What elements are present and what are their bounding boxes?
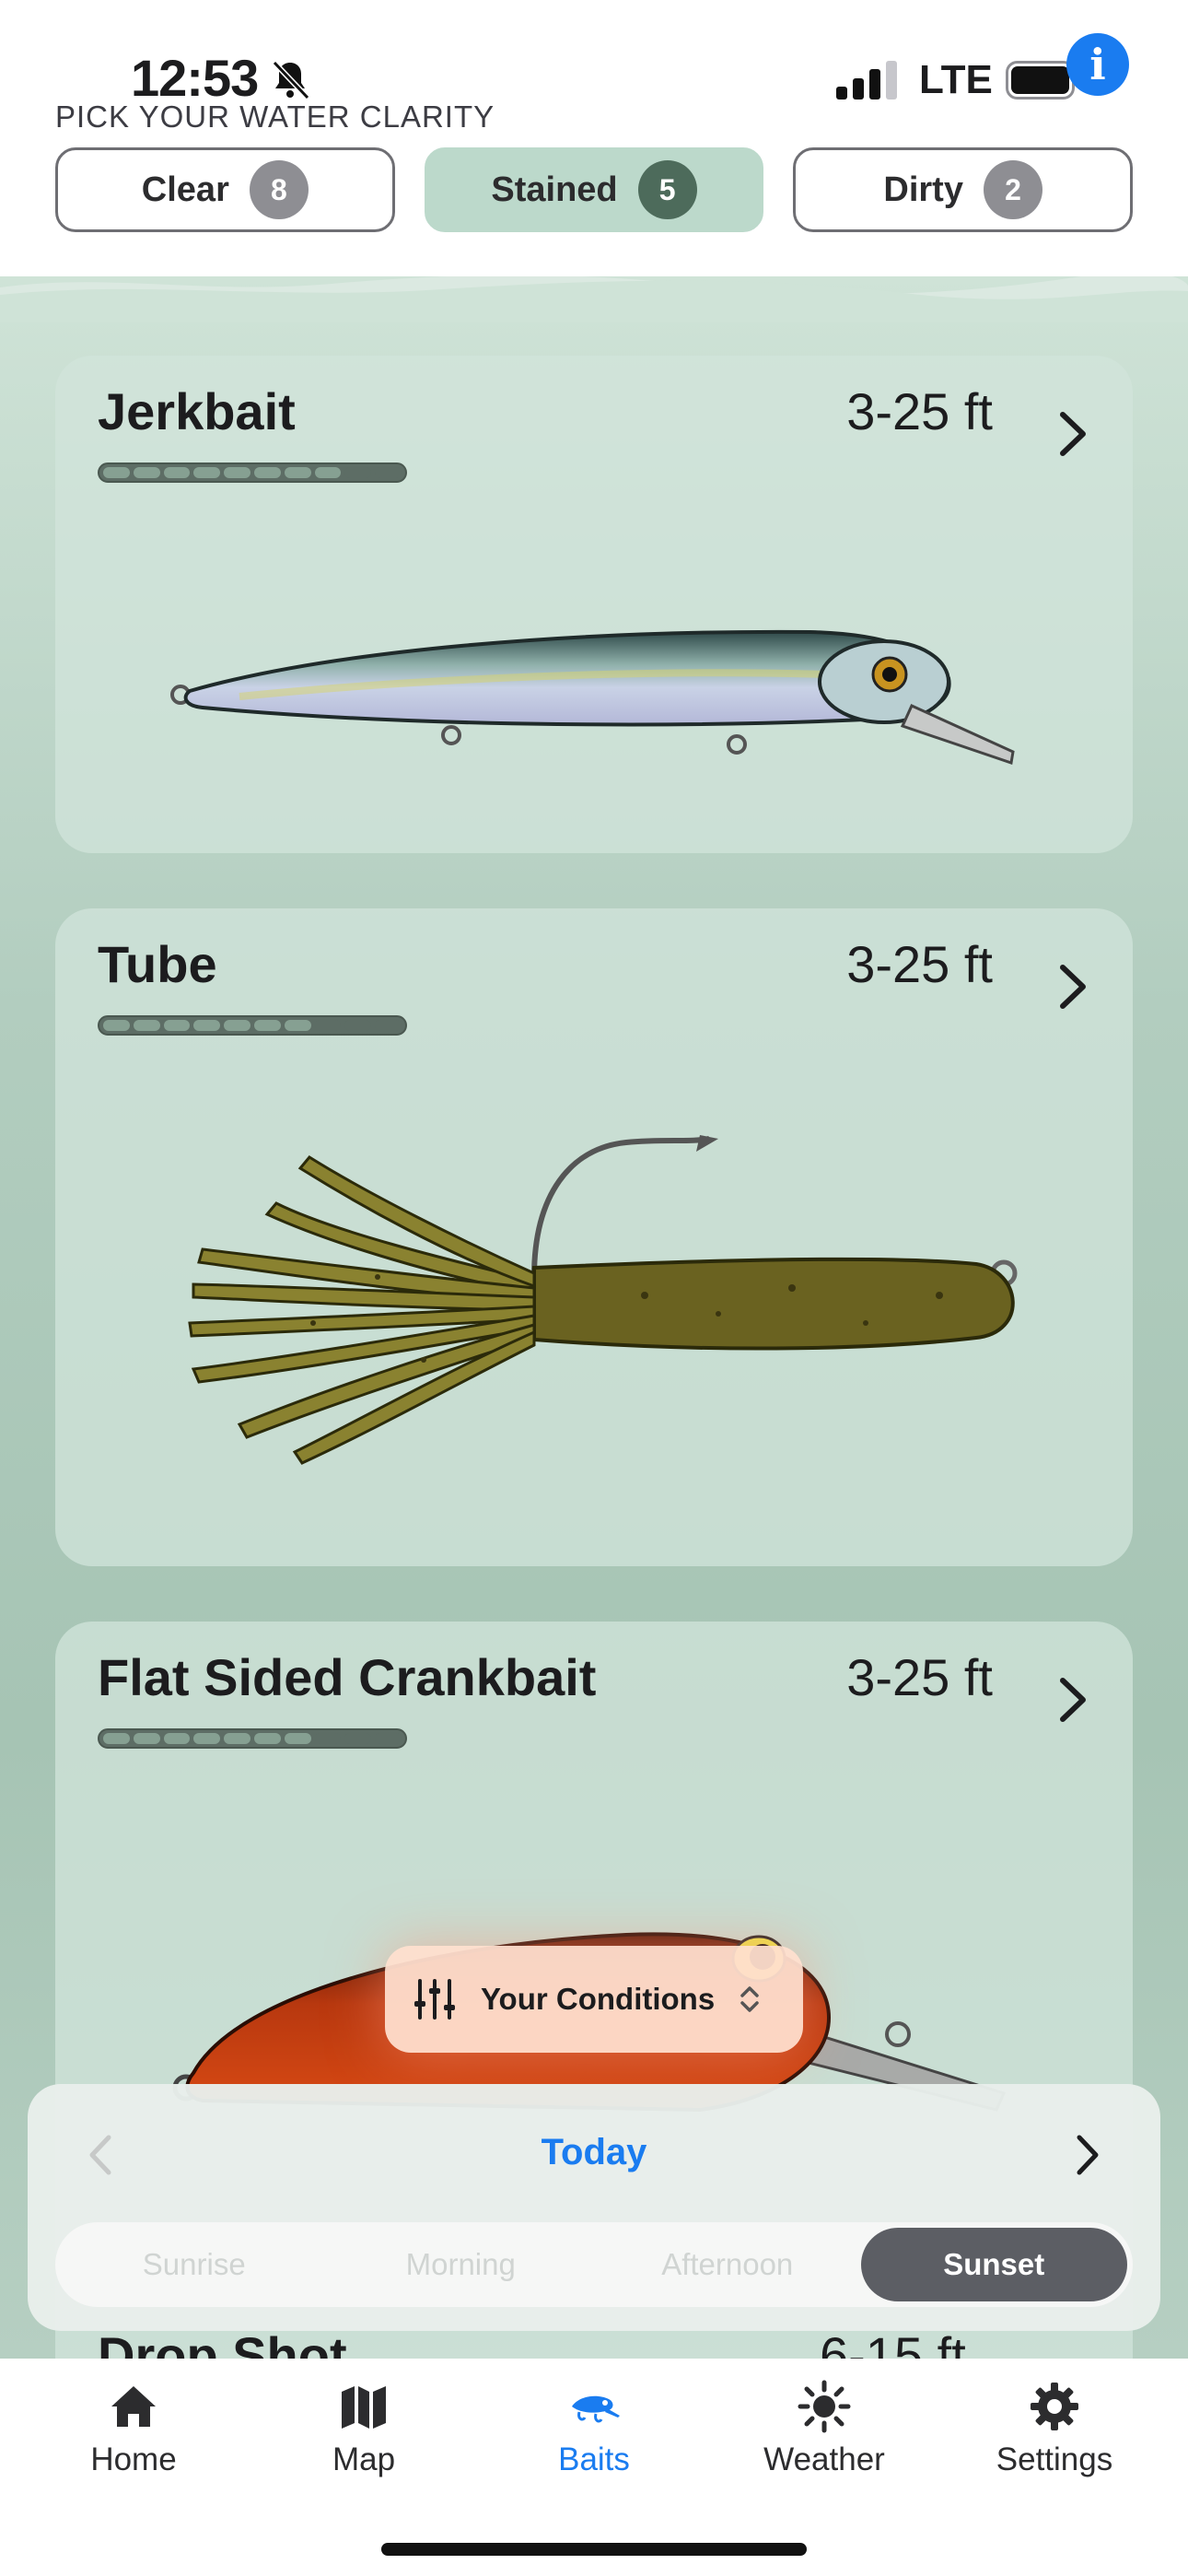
map-icon bbox=[342, 2386, 386, 2429]
depth-range-bar bbox=[98, 463, 407, 483]
fish-lure-icon bbox=[572, 2395, 620, 2423]
tab-label: Weather bbox=[763, 2441, 885, 2477]
jerkbait-illustration bbox=[170, 629, 1015, 765]
bait-card-tube[interactable]: Tube 3-25 ft bbox=[55, 908, 1133, 1566]
tab-home[interactable]: Home bbox=[18, 2359, 249, 2576]
tab-label: Settings bbox=[996, 2441, 1113, 2477]
sun-icon bbox=[798, 2380, 851, 2433]
sliders-icon bbox=[414, 1979, 455, 2020]
cellular-signal-icon bbox=[836, 61, 897, 100]
tab-label: Map bbox=[332, 2441, 396, 2477]
bait-name: Flat Sided Crankbait bbox=[98, 1648, 597, 1706]
period-afternoon[interactable]: Afternoon bbox=[594, 2228, 861, 2301]
tube-illustration bbox=[188, 1135, 1018, 1465]
tab-label: Baits bbox=[558, 2441, 630, 2477]
chevron-right-icon bbox=[1060, 1678, 1086, 1722]
period-sunset[interactable]: Sunset bbox=[860, 2228, 1127, 2301]
clarity-option-label: Dirty bbox=[883, 170, 963, 209]
day-label[interactable]: Today bbox=[28, 2132, 1160, 2173]
network-label: LTE bbox=[919, 57, 993, 102]
water-surface bbox=[0, 276, 1188, 322]
bait-card-jerkbait[interactable]: Jerkbait 3-25 ft bbox=[55, 356, 1133, 853]
clarity-option-stained[interactable]: Stained 5 bbox=[424, 147, 764, 232]
bait-name: Tube bbox=[98, 935, 217, 993]
clarity-option-clear[interactable]: Clear 8 bbox=[55, 147, 395, 232]
clarity-option-dirty[interactable]: Dirty 2 bbox=[793, 147, 1134, 232]
clarity-option-label: Clear bbox=[141, 170, 229, 209]
period-segmented-control: Sunrise Morning Afternoon Sunset bbox=[55, 2222, 1133, 2307]
bait-depth: 3-25 ft bbox=[846, 1648, 993, 1706]
clarity-count-badge: 5 bbox=[637, 160, 697, 219]
bait-name: Jerkbait bbox=[98, 382, 296, 440]
bait-depth: 3-25 ft bbox=[846, 935, 993, 993]
conditions-label: Your Conditions bbox=[481, 1982, 716, 2016]
bell-slash-icon bbox=[272, 60, 310, 100]
time-selector-panel: Today Sunrise Morning Afternoon Sunset bbox=[28, 2084, 1160, 2331]
info-button[interactable]: i bbox=[1066, 33, 1129, 96]
tab-settings[interactable]: Settings bbox=[939, 2359, 1170, 2576]
tab-label: Home bbox=[90, 2441, 177, 2477]
home-indicator bbox=[381, 2543, 807, 2556]
depth-range-bar bbox=[98, 1015, 407, 1036]
clarity-count-badge: 2 bbox=[983, 160, 1042, 219]
period-sunrise[interactable]: Sunrise bbox=[61, 2228, 328, 2301]
house-icon bbox=[111, 2386, 156, 2427]
clarity-prompt: PICK YOUR WATER CLARITY bbox=[55, 100, 495, 134]
clarity-count-badge: 8 bbox=[249, 160, 309, 219]
depth-range-bar bbox=[98, 1728, 407, 1749]
chevron-up-down-icon bbox=[740, 1986, 759, 2012]
chevron-right-icon[interactable] bbox=[1074, 2134, 1101, 2176]
period-morning[interactable]: Morning bbox=[328, 2228, 595, 2301]
gear-icon bbox=[1031, 2383, 1078, 2430]
clarity-selector: Clear 8 Stained 5 Dirty 2 bbox=[55, 147, 1134, 232]
chevron-right-icon bbox=[1060, 412, 1086, 456]
your-conditions-button[interactable]: Your Conditions bbox=[385, 1946, 803, 2053]
chevron-right-icon bbox=[1060, 965, 1086, 1009]
clarity-option-label: Stained bbox=[491, 170, 618, 209]
bait-depth: 3-25 ft bbox=[846, 382, 993, 440]
